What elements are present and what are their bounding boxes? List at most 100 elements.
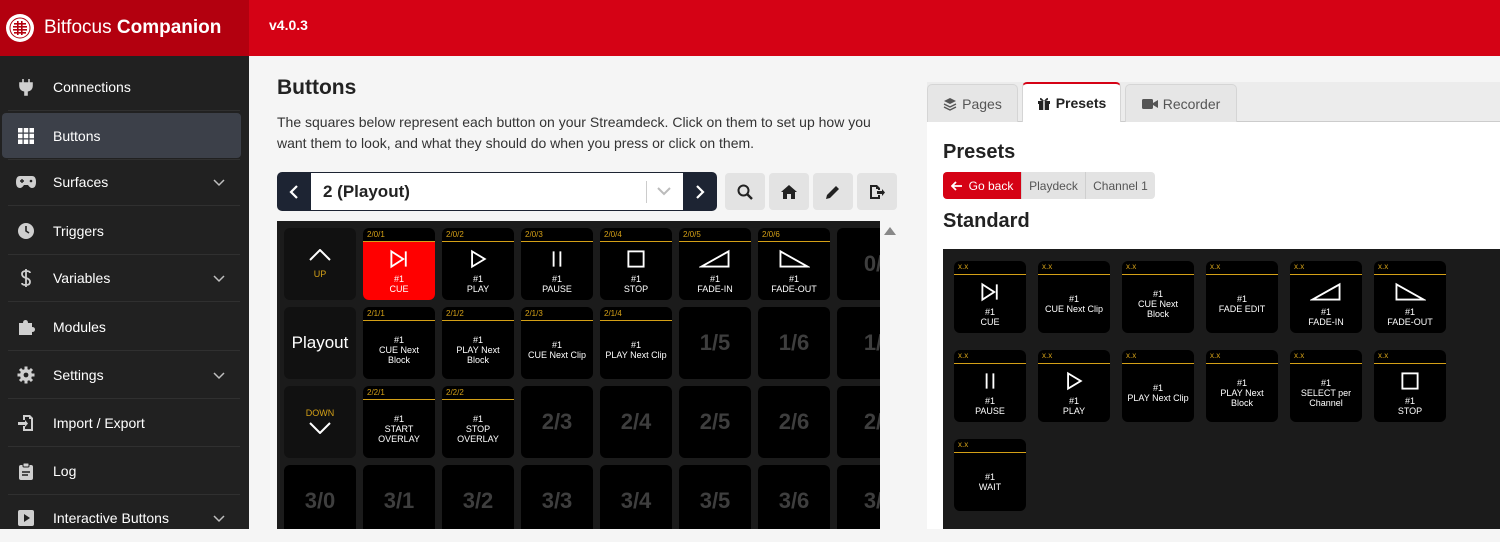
grid-button[interactable]: 2/1/1 #1 CUE Next Block [363, 307, 435, 379]
arrow-left-icon [950, 180, 962, 191]
sidebar-item-triggers[interactable]: Triggers [0, 207, 249, 255]
grid-button[interactable]: 2/0/6 #1 FADE-OUT [758, 228, 830, 300]
brand[interactable]: Bitfocus Companion [0, 0, 249, 56]
chevron-down-icon [213, 270, 225, 286]
button-location-label: 3/0 [304, 488, 336, 513]
button-face: #1 STOP OVERLAY [442, 400, 514, 458]
empty-grid-button[interactable]: 3/6 [758, 465, 830, 529]
preset-button[interactable]: x.x #1 CUE [954, 261, 1026, 333]
sidebar-item-interactive-buttons[interactable]: Interactive Buttons [0, 494, 249, 542]
chevron-up-icon [309, 248, 331, 263]
scroll-up-icon[interactable] [884, 227, 896, 235]
button-location-label: x.x [1290, 350, 1362, 364]
empty-grid-button[interactable]: 2/5 [679, 386, 751, 458]
preset-button[interactable]: x.x #1 STOP [1374, 350, 1446, 422]
empty-grid-button[interactable]: 2/ [837, 386, 880, 458]
sidebar-item-surfaces[interactable]: Surfaces [0, 158, 249, 206]
grid-scrollbar[interactable] [882, 221, 898, 529]
grid-button[interactable]: 2/2/2 #1 STOP OVERLAY [442, 386, 514, 458]
preset-button[interactable]: x.x #1 SELECT per Channel [1290, 350, 1362, 422]
page-select[interactable]: 2 (Playout) [311, 172, 683, 211]
edit-button[interactable] [813, 173, 853, 210]
next-page-button[interactable] [683, 172, 717, 211]
grid-button[interactable]: 2/1/3 #1 CUE Next Clip [521, 307, 593, 379]
sidebar-item-label: Variables [53, 270, 111, 286]
preset-button[interactable]: x.x #1 FADE-OUT [1374, 261, 1446, 333]
preset-button[interactable]: x.x #1 WAIT [954, 439, 1026, 511]
button-location-label: x.x [954, 350, 1026, 364]
empty-grid-button[interactable]: 3/4 [600, 465, 672, 529]
empty-grid-button[interactable]: 0/ [837, 228, 880, 300]
preset-button[interactable]: x.x #1 PLAY Next Clip [1122, 350, 1194, 422]
empty-grid-button[interactable]: 1/5 [679, 307, 751, 379]
breadcrumb-playdeck[interactable]: Playdeck [1021, 172, 1085, 199]
go-back-button[interactable]: Go back [943, 172, 1021, 199]
button-text: STOP [1397, 406, 1423, 416]
button-location-label: 3/2 [462, 488, 494, 513]
breadcrumb-channel[interactable]: Channel 1 [1085, 172, 1155, 199]
clipboard-icon [14, 459, 38, 483]
button-text: #1 [1152, 383, 1163, 393]
grid-button[interactable]: 2/0/3 #1 PAUSE [521, 228, 593, 300]
grid-button[interactable]: 2/0/5 #1 FADE-IN [679, 228, 751, 300]
button-text: FADE EDIT [1218, 304, 1266, 314]
empty-grid-button[interactable]: 1/ [837, 307, 880, 379]
button-text: #1 [1236, 294, 1247, 304]
tab-presets[interactable]: Presets [1022, 82, 1121, 122]
button-text: #1 [709, 274, 720, 284]
button-text: Channel [1309, 398, 1343, 408]
chevron-down-icon [309, 422, 331, 436]
empty-grid-button[interactable]: 2/3 [521, 386, 593, 458]
sidebar-item-import-export[interactable]: Import / Export [0, 399, 249, 447]
sidebar-item-variables[interactable]: Variables [0, 254, 249, 302]
empty-grid-button[interactable]: 3/1 [363, 465, 435, 529]
button-face: #1 PLAY Next Clip [1122, 364, 1194, 422]
button-location-label: x.x [954, 439, 1026, 453]
preset-button[interactable]: x.x #1 CUE Next Block [1122, 261, 1194, 333]
empty-grid-button[interactable]: 3/5 [679, 465, 751, 529]
grid-button[interactable]: 2/1/4 #1 PLAY Next Clip [600, 307, 672, 379]
grid-button[interactable]: 2/0/2 #1 PLAY [442, 228, 514, 300]
page-name-button[interactable]: Playout [284, 307, 356, 379]
search-button[interactable] [725, 173, 765, 210]
sidebar-item-connections[interactable]: Connections [0, 63, 249, 111]
preset-button[interactable]: x.x #1 FADE EDIT [1206, 261, 1278, 333]
preset-button[interactable]: x.x #1 FADE-IN [1290, 261, 1362, 333]
grid-button[interactable]: 2/0/1 #1 CUE [363, 228, 435, 300]
button-text: #1 [984, 307, 995, 317]
page-down-button[interactable]: DOWN [284, 386, 356, 458]
button-location-label: 2/2/2 [442, 386, 514, 400]
export-icon [870, 184, 885, 199]
sidebar-item-buttons[interactable]: Buttons [2, 113, 241, 158]
preset-button[interactable]: x.x #1 CUE Next Clip [1038, 261, 1110, 333]
grid-button[interactable]: 2/2/1 #1 START OVERLAY [363, 386, 435, 458]
video-icon [1141, 98, 1158, 110]
button-location-label: 1/ [863, 330, 880, 355]
home-button[interactable] [769, 173, 809, 210]
button-text: PLAY [1062, 406, 1086, 416]
grid-button[interactable]: 2/0/4 #1 STOP [600, 228, 672, 300]
empty-grid-button[interactable]: 3/2 [442, 465, 514, 529]
chevron-down-icon[interactable] [657, 183, 671, 201]
preset-button[interactable]: x.x #1 PAUSE [954, 350, 1026, 422]
preset-button[interactable]: x.x #1 PLAY Next Block [1206, 350, 1278, 422]
empty-grid-button[interactable]: 2/6 [758, 386, 830, 458]
empty-grid-button[interactable]: 1/6 [758, 307, 830, 379]
empty-grid-button[interactable]: 3/0 [284, 465, 356, 529]
page-nav-label: UP [313, 269, 327, 279]
sidebar-item-settings[interactable]: Settings [0, 351, 249, 399]
preset-button[interactable]: x.x #1 PLAY [1038, 350, 1110, 422]
page-up-button[interactable]: UP [284, 228, 356, 300]
empty-grid-button[interactable]: 3/ [837, 465, 880, 529]
previous-page-button[interactable] [277, 172, 311, 211]
empty-grid-button[interactable]: 3/3 [521, 465, 593, 529]
empty-grid-button[interactable]: 2/4 [600, 386, 672, 458]
button-location-label: 2/5 [699, 409, 731, 434]
sidebar-item-modules[interactable]: Modules [0, 303, 249, 351]
tab-recorder[interactable]: Recorder [1125, 84, 1237, 122]
tab-pages[interactable]: Pages [927, 84, 1018, 122]
grid-button[interactable]: 2/1/2 #1 PLAY Next Block [442, 307, 514, 379]
export-button[interactable] [857, 173, 897, 210]
sidebar-item-log[interactable]: Log [0, 447, 249, 495]
button-location-label: 3/ [863, 488, 880, 513]
